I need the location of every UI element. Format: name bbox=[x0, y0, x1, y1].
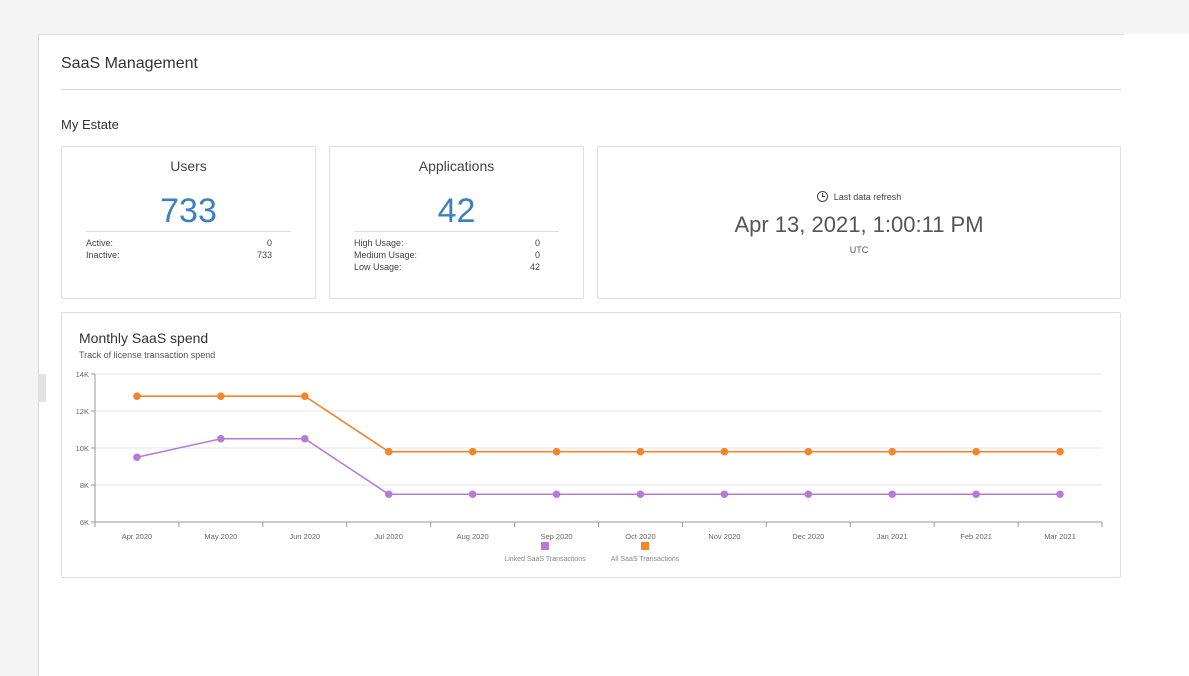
last-refresh-value: Apr 13, 2021, 1:00:11 PM bbox=[734, 212, 984, 237]
data-point-linked bbox=[972, 490, 980, 499]
users-inactive-row: Inactive: 733 bbox=[86, 250, 272, 260]
x-tick-label: Mar 2021 bbox=[1044, 532, 1076, 541]
last-refresh-card: Last data refresh Apr 13, 2021, 1:00:11 … bbox=[597, 146, 1121, 299]
data-point-all bbox=[217, 392, 225, 400]
data-point-linked bbox=[468, 490, 477, 499]
legend-swatch bbox=[541, 542, 549, 550]
y-tick-label: 8K bbox=[80, 481, 89, 490]
x-tick-label: Aug 2020 bbox=[457, 532, 489, 541]
monthly-spend-card: Monthly SaaS spend Track of license tran… bbox=[61, 312, 1121, 578]
applications-card[interactable]: Applications 42 High Usage: 0 Medium Usa… bbox=[329, 146, 584, 299]
applications-divider bbox=[354, 231, 559, 232]
data-point-all bbox=[888, 447, 897, 456]
left-rail bbox=[0, 34, 38, 676]
data-point-linked bbox=[636, 490, 645, 499]
apps-low-usage-row: Low Usage: 42 bbox=[354, 262, 540, 272]
last-refresh-label: Last data refresh bbox=[833, 191, 902, 202]
data-point-all bbox=[384, 447, 393, 456]
x-tick-label: Dec 2020 bbox=[792, 532, 824, 541]
last-refresh-label-row: Last data refresh bbox=[598, 191, 1120, 202]
section-title: My Estate bbox=[61, 117, 119, 132]
x-tick-label: Feb 2021 bbox=[960, 532, 992, 541]
x-tick-label: Jun 2020 bbox=[289, 532, 320, 541]
x-tick-label: Oct 2020 bbox=[625, 532, 655, 541]
series-line-linked bbox=[136, 437, 1061, 496]
data-point-all bbox=[804, 447, 813, 456]
content-top-border bbox=[38, 34, 1124, 35]
stat-label: High Usage: bbox=[354, 238, 404, 248]
data-point-all bbox=[133, 392, 141, 400]
x-tick-label: Apr 2020 bbox=[122, 532, 152, 541]
series-line-all bbox=[136, 395, 1061, 453]
data-point-all bbox=[300, 392, 309, 400]
data-point-linked bbox=[384, 490, 393, 499]
y-tick-label: 6K bbox=[80, 518, 89, 527]
stat-label: Low Usage: bbox=[354, 262, 402, 272]
data-point-linked bbox=[133, 453, 141, 462]
data-point-linked bbox=[217, 434, 225, 443]
data-point-all bbox=[972, 447, 980, 456]
data-point-all bbox=[720, 447, 729, 456]
users-active-row: Active: 0 bbox=[86, 238, 272, 248]
legend-label: Linked SaaS Transactions bbox=[504, 556, 586, 563]
data-point-linked bbox=[888, 490, 897, 499]
data-point-linked bbox=[300, 434, 309, 443]
data-point-all bbox=[552, 447, 561, 456]
x-tick-label: Sep 2020 bbox=[540, 532, 572, 541]
x-tick-label: Jul 2020 bbox=[375, 532, 403, 541]
stat-value: 0 bbox=[534, 250, 540, 260]
top-bar bbox=[0, 0, 1189, 34]
rail-divider bbox=[38, 34, 39, 676]
users-card[interactable]: Users 733 Active: 0 Inactive: 733 bbox=[61, 146, 316, 299]
monthly-spend-chart: 6K 8K 10K 12K 14K Apr 2020 May 2020 Jun 2020 Jul… bbox=[76, 370, 1103, 563]
data-point-linked bbox=[552, 490, 561, 499]
y-tick-label: 12K bbox=[76, 407, 89, 416]
legend-swatch bbox=[641, 542, 649, 550]
users-divider bbox=[86, 231, 291, 232]
x-tick-label: May 2020 bbox=[204, 532, 237, 541]
apps-medium-usage-row: Medium Usage: 0 bbox=[354, 250, 540, 260]
legend-label: All SaaS Transactions bbox=[611, 556, 680, 563]
y-tick-label: 14K bbox=[76, 370, 89, 379]
data-point-linked bbox=[804, 490, 813, 499]
stat-label: Medium Usage: bbox=[354, 250, 418, 260]
apps-high-usage-row: High Usage: 0 bbox=[354, 238, 540, 248]
y-tick-label: 10K bbox=[76, 444, 89, 453]
stat-value: 733 bbox=[256, 250, 272, 260]
stat-value: 0 bbox=[534, 238, 540, 248]
applications-total: 42 bbox=[437, 192, 476, 230]
applications-heading: Applications bbox=[418, 158, 495, 174]
title-divider bbox=[61, 89, 1121, 90]
x-tick-label: Jan 2021 bbox=[877, 532, 908, 541]
users-total: 733 bbox=[160, 192, 217, 230]
users-heading: Users bbox=[170, 158, 207, 174]
last-refresh-timezone: UTC bbox=[849, 245, 869, 255]
data-point-linked bbox=[1056, 490, 1064, 499]
stat-label: Active: bbox=[86, 238, 114, 248]
stat-value: 42 bbox=[529, 262, 540, 272]
data-point-all bbox=[636, 447, 645, 456]
page-title: SaaS Management bbox=[61, 55, 198, 72]
x-tick-label: Nov 2020 bbox=[708, 532, 740, 541]
stat-label: Inactive: bbox=[86, 250, 120, 260]
data-point-all bbox=[1056, 447, 1064, 456]
data-point-linked bbox=[720, 490, 729, 499]
rail-collapse-handle[interactable] bbox=[38, 374, 46, 402]
clock-icon bbox=[816, 191, 828, 202]
data-point-all bbox=[468, 447, 477, 456]
stat-value: 0 bbox=[266, 238, 272, 248]
